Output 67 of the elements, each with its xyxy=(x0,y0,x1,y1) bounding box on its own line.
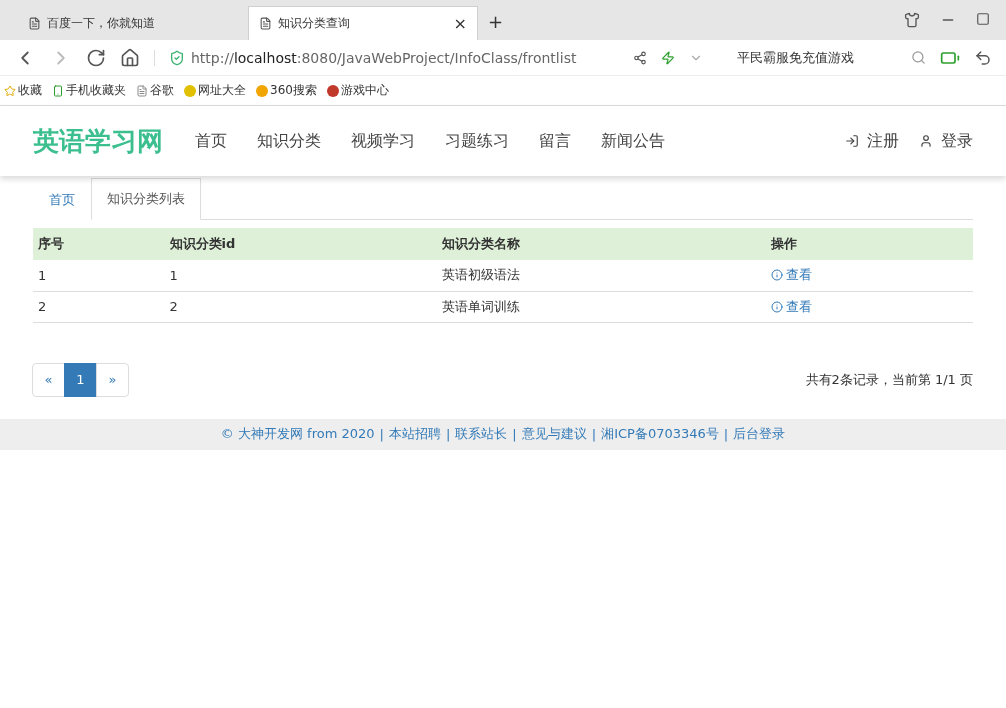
footer-separator: | xyxy=(723,426,729,442)
nav-link[interactable]: 留言 xyxy=(539,130,571,152)
table-cell: 2 xyxy=(164,291,438,322)
home-icon[interactable] xyxy=(120,47,140,68)
browser-tab[interactable]: 百度一下，你就知道 xyxy=(18,6,248,40)
table-cell: 英语单词训练 xyxy=(437,291,767,322)
footer-link[interactable]: 湘ICP备0703346号 xyxy=(601,425,719,443)
view-link[interactable]: 查看 xyxy=(771,297,813,316)
page-tab[interactable]: 知识分类列表 xyxy=(91,178,201,220)
nav-link[interactable]: 新闻公告 xyxy=(601,130,665,152)
register-link[interactable]: 注册 xyxy=(845,130,899,152)
footer-separator: | xyxy=(379,426,384,442)
new-tab-button[interactable]: + xyxy=(488,11,504,32)
circle-icon xyxy=(326,84,339,97)
search-icon[interactable] xyxy=(911,50,926,65)
circle-icon xyxy=(256,84,268,97)
table-cell: 英语初级语法 xyxy=(437,260,767,291)
column-header: 序号 xyxy=(33,228,165,260)
footer-link[interactable]: 后台登录 xyxy=(733,425,786,443)
column-header: 操作 xyxy=(766,228,973,260)
footer-separator: | xyxy=(591,426,597,442)
address-field[interactable]: http://localhost:8080/JavaWebProject/InfoClass/frontlist xyxy=(154,49,619,66)
document-icon xyxy=(136,84,148,97)
user-icon xyxy=(919,134,933,148)
bookmark-link[interactable]: 网址大全 xyxy=(184,82,246,99)
share-icon[interactable] xyxy=(633,50,647,65)
login-link[interactable]: 登录 xyxy=(919,130,973,152)
bookmark-link[interactable]: 游戏中心 xyxy=(326,82,389,99)
reload-icon[interactable] xyxy=(86,47,106,68)
bookmark-link[interactable]: 谷歌 xyxy=(136,82,174,99)
lightning-icon[interactable] xyxy=(661,50,675,65)
close-tab-button[interactable]: × xyxy=(453,14,467,33)
nav-link[interactable]: 视频学习 xyxy=(351,130,415,152)
record-summary: 共有2条记录，当前第 1/1 页 xyxy=(805,370,973,389)
footer-separator: | xyxy=(512,426,517,442)
nav-link[interactable]: 习题练习 xyxy=(445,130,509,152)
bookmark-link[interactable]: 360搜索 xyxy=(256,82,317,99)
circle-icon xyxy=(184,84,196,97)
search-hint[interactable]: 平民霸服免充值游戏 xyxy=(737,48,897,67)
footer-link[interactable]: 意见与建议 xyxy=(521,425,587,443)
star-icon xyxy=(4,84,16,97)
nav-link[interactable]: 首页 xyxy=(195,130,227,152)
browser-tab[interactable]: 知识分类查询 × xyxy=(248,6,478,40)
footer-link[interactable]: 本站招聘 xyxy=(388,425,441,443)
bookmark-link[interactable]: 收藏 xyxy=(4,82,42,99)
column-header: 知识分类名称 xyxy=(437,228,767,260)
next-page-button[interactable]: » xyxy=(96,362,129,397)
table-cell: 2 xyxy=(33,291,165,322)
table-cell: 1 xyxy=(33,260,165,291)
maximize-icon[interactable] xyxy=(976,12,990,28)
footer-separator: | xyxy=(445,426,451,442)
bookmark-link[interactable]: 手机收藏夹 xyxy=(52,82,126,99)
view-link[interactable]: 查看 xyxy=(771,266,813,285)
column-header: 知识分类id xyxy=(164,228,438,260)
shirt-icon[interactable] xyxy=(904,12,920,28)
sign-in-icon xyxy=(845,134,859,148)
page-button[interactable]: 1 xyxy=(64,362,97,397)
info-icon xyxy=(771,300,784,313)
table-cell: 1 xyxy=(164,260,438,291)
phone-icon xyxy=(52,84,64,97)
undo-icon[interactable] xyxy=(974,48,992,67)
info-icon xyxy=(771,269,784,282)
previous-page-button[interactable]: « xyxy=(32,362,65,397)
footer-link[interactable]: © 大神开发网 from 2020 xyxy=(220,425,375,443)
nav-link[interactable]: 知识分类 xyxy=(257,130,321,152)
shield-icon xyxy=(169,49,185,66)
footer-link[interactable]: 联系站长 xyxy=(455,425,508,443)
